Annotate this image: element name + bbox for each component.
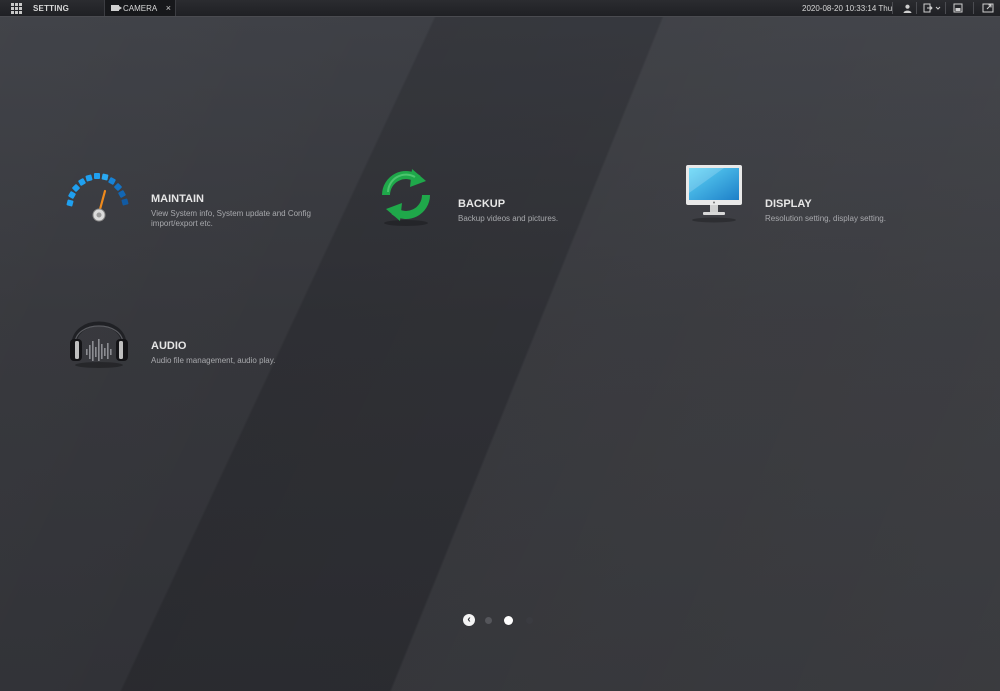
tile-backup[interactable]: BACKUP Backup videos and pictures. [372,165,642,226]
tile-description: Resolution setting, display setting. [765,214,886,223]
system-datetime: 2020-08-20 10:33:14 Thu [802,3,893,13]
prev-page-button[interactable]: ‹ [463,614,475,626]
logout-button[interactable] [923,0,941,16]
settings-desktop: MAINTAIN View System info, System update… [0,17,1000,691]
view-button[interactable] [982,0,994,16]
toolbar-divider [973,2,974,14]
main-menu-button[interactable] [11,0,23,16]
user-button[interactable] [902,0,912,16]
toolbar-divider [892,2,893,14]
grid-icon [11,2,22,14]
tile-description: Audio file management, audio play. [151,356,276,365]
tile-maintain[interactable]: MAINTAIN View System info, System update… [64,165,334,228]
toolbar-divider [945,2,946,14]
tile-title: DISPLAY [765,198,812,210]
gauge-icon [66,173,129,222]
tile-title: MAINTAIN [151,193,204,205]
screen-icon [982,3,994,12]
page-dot-active[interactable] [504,616,513,625]
page-dot[interactable] [526,617,533,624]
tile-display[interactable]: DISPLAY Resolution setting, display sett… [684,163,954,225]
monitor-icon [686,165,742,223]
tile-title: BACKUP [458,198,506,210]
refresh-arrows-icon [382,169,430,226]
camera-tab-label: CAMERA [123,3,158,13]
window-button[interactable] [953,0,963,16]
tab-camera[interactable]: CAMERA × [104,0,176,16]
close-tab-icon[interactable]: × [166,3,171,13]
camera-icon [111,5,122,11]
toolbar-divider [916,2,917,14]
user-icon [903,4,911,13]
tile-description: View System info, System update and Conf… [151,209,311,228]
headphones-icon [70,321,128,368]
page-indicator: ‹ [463,614,543,626]
setting-label[interactable]: SETTING [33,0,69,16]
logout-icon [923,3,941,13]
tile-description: Backup videos and pictures. [458,214,559,223]
window-icon [953,3,963,13]
tile-title: AUDIO [151,340,187,352]
page-dot[interactable] [485,617,492,624]
top-bar: SETTING CAMERA × 2020-08-20 10:33:14 Thu [0,0,1000,17]
tile-audio[interactable]: AUDIO Audio file management, audio play. [66,303,336,368]
